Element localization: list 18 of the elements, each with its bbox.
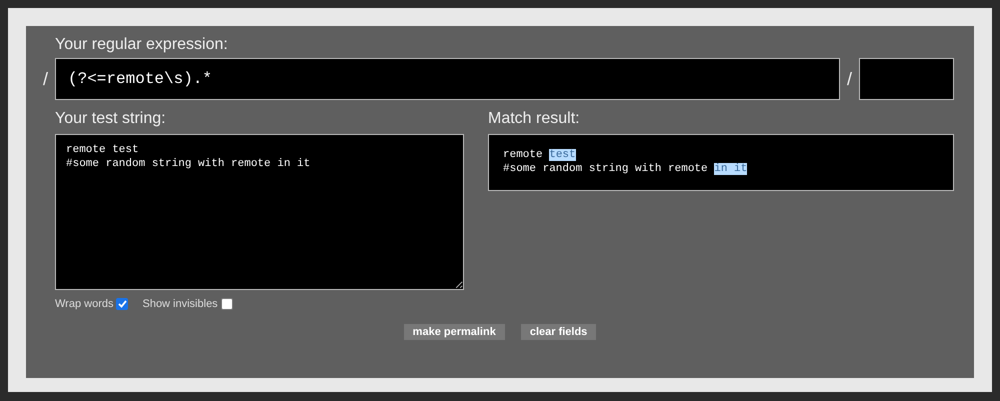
match-highlight: in it bbox=[714, 163, 748, 175]
option-label: Wrap words bbox=[55, 298, 114, 310]
match-highlight: test bbox=[549, 149, 576, 161]
regex-label: Your regular expression: bbox=[55, 36, 228, 54]
checkbox[interactable] bbox=[116, 298, 128, 310]
test-string-field[interactable]: remote test #some random string with remote in it bbox=[55, 134, 464, 290]
open-delimiter: / bbox=[42, 68, 49, 90]
result-text: #some random string with remote bbox=[503, 163, 709, 175]
option-label: Show invisibles bbox=[142, 298, 218, 310]
result-text: remote bbox=[503, 149, 544, 161]
checkbox[interactable] bbox=[220, 298, 233, 310]
action-button[interactable]: clear fields bbox=[520, 324, 596, 340]
regex-input[interactable]: (?<=remote\s).* bbox=[55, 58, 840, 100]
close-delimiter: / bbox=[846, 68, 853, 90]
flags-input[interactable] bbox=[859, 58, 954, 100]
test-string-label: Your test string: bbox=[55, 110, 167, 128]
match-result-label: Match result: bbox=[488, 110, 581, 128]
action-button[interactable]: make permalink bbox=[404, 324, 505, 340]
